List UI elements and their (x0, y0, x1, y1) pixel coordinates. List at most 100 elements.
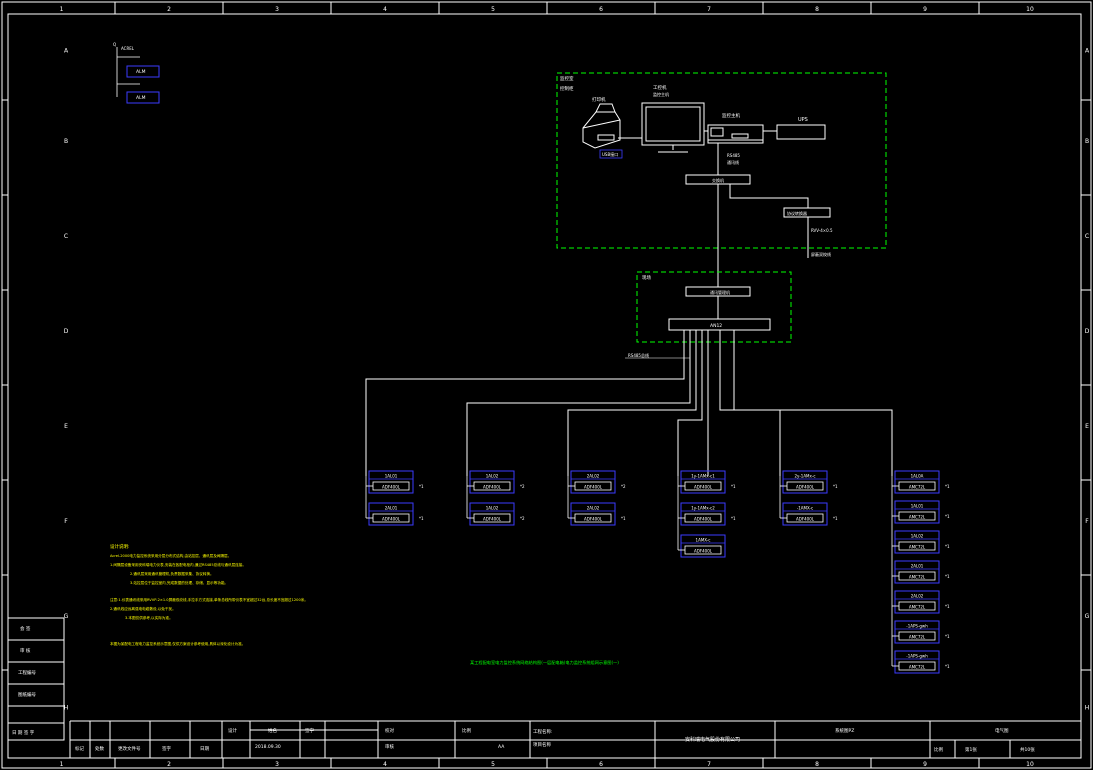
row-letter: C (1085, 233, 1089, 240)
tb-date2: 日期 (200, 746, 209, 752)
switch-label: 交换机 (712, 177, 724, 183)
row-letter: E (1085, 423, 1089, 430)
cable-label: RVV-4×0.5 (811, 228, 833, 233)
meter-top: 2y-1AMx-c (794, 474, 815, 479)
side-table: 会 签 审 核 工程编号 图纸编号 日 期 签 字 (7, 617, 65, 741)
side-row: 日 期 签 字 (12, 729, 35, 736)
meter-top: 1AL01 (385, 474, 398, 479)
monitor-room-zone (556, 72, 887, 249)
note-line: 注意:1.仪表通讯线采用RVVP-2×1.0屏蔽双绞线,手拉手方式连接,单条总线… (110, 597, 308, 602)
tb-company: 安科瑞电气股份有限公司 (685, 736, 740, 743)
meter-model: ADF400L (382, 485, 401, 490)
meter-count: *2 (621, 484, 626, 489)
meter-top: 2AL01 (911, 564, 924, 569)
converter-label: 协议转换器 (787, 210, 807, 216)
monitor-icon (641, 102, 705, 153)
tb-name: 姓名 (268, 727, 277, 734)
row-letter: H (1085, 705, 1090, 712)
column-number: 7 (707, 6, 711, 13)
tb-file: 更改文件号 (118, 745, 141, 752)
meter-top: -1APS-gwh (906, 654, 928, 659)
meter-top: 1AL02 (486, 474, 499, 479)
meter-top: 1AL02 (486, 506, 499, 511)
bus-note: RS485总线 (628, 352, 649, 358)
cad-drawing: 1 2 3 4 5 6 7 8 9 10 1 2 3 4 5 6 7 8 9 10 A B C D E F G H A B C D E F G… (1, 1, 1092, 769)
meter-top: 1y-1AMx-c1 (691, 474, 715, 479)
meter: 1AL0A AMC72L *1 (892, 470, 950, 494)
meter-model: ADF400L (694, 549, 713, 554)
title-block (69, 720, 1081, 758)
pc-sub: 监控主机 (653, 91, 669, 97)
meter-count: *1 (945, 634, 950, 639)
meter: 2y-1AMx-c ADF400L *1 (780, 470, 838, 494)
note-line: Acrel-2000电力监控系统采用分层分布式结构,由站控层、通讯层及间隔层。 (110, 553, 231, 558)
meter-count: *2 (520, 484, 525, 489)
host-label: 监控主机 (722, 112, 740, 119)
column-number: 1 (60, 6, 64, 13)
meters: 1AL01 ADF400L *1 2AL01 ADF400L *1 1AL02 ADF400L… (365, 470, 950, 674)
column-number: 3 (275, 6, 279, 13)
meter-top: -1APS-gwh (906, 624, 928, 629)
ups-label: UPS (798, 117, 808, 123)
meter-count: *1 (731, 484, 736, 489)
meter-count: *1 (945, 574, 950, 579)
meter-model: ADF400L (584, 517, 603, 522)
column-number: 2 (167, 761, 171, 768)
meter-model: AMC72L (909, 575, 926, 580)
tb-scale-label: 比例 (462, 727, 471, 734)
column-number: 10 (1026, 6, 1034, 13)
meter: 2AL02 ADF400L *1 (568, 502, 626, 526)
meter: 1AL01 ADF400L *1 (366, 470, 424, 494)
column-number: 10 (1026, 761, 1034, 768)
meter-model: AMC72L (909, 605, 926, 610)
tb-revmark: 标记 (75, 745, 84, 752)
tb-design: 设计 (228, 727, 237, 734)
tb-project-sub: 项目名称 (533, 741, 551, 748)
meter-top: 1AL0A (911, 474, 924, 479)
meter: 2AL01 AMC72L *1 (892, 560, 950, 584)
row-letter: B (1085, 138, 1089, 145)
column-number: 4 (383, 761, 387, 768)
column-number: 5 (491, 6, 495, 13)
note-line: 1.间隔层设备采用安科瑞电力仪表,安装在各配电柜内,通过RS485总线与通讯层连… (110, 562, 246, 567)
meter-count: *1 (945, 514, 950, 519)
column-number: 5 (491, 761, 495, 768)
inner-frame (7, 13, 1082, 759)
tb-sign2: 签字 (162, 745, 171, 752)
column-number: 9 (923, 6, 927, 13)
drawing-title: 某工程配电室电力监控系统网络结构图(一层配电箱)电力监控系统组网示意图(一) (470, 659, 619, 666)
field-label: 现场 (642, 274, 651, 281)
meter-model: ADF400L (483, 485, 502, 490)
row-letter: F (64, 518, 68, 525)
column-ticks (114, 2, 980, 768)
row-letter: B (64, 138, 68, 145)
meter-count: *1 (419, 516, 424, 521)
row-letter: A (64, 48, 69, 55)
meter: 1AL02 AMC72L *1 (892, 530, 950, 554)
note-line: 本图为某配电工程电力监控系统示意图,仅供方案设计参考使用,具体以深化设计为准。 (110, 641, 245, 646)
column-number: 1 (60, 761, 64, 768)
legend: Q ACREL ALM ALM (113, 42, 160, 104)
row-labels-right: A B C D E F G H (1085, 48, 1090, 712)
cable-sub: 屏蔽双绞线 (811, 251, 831, 257)
row-letter: C (64, 233, 68, 240)
meter-count: *1 (419, 484, 424, 489)
tb-drawing-title: 系统图PZ (835, 727, 854, 734)
pc-label: 工控机 (653, 84, 667, 91)
meter: 2AL01 ADF400L *1 (366, 502, 424, 526)
row-letter: F (1085, 518, 1089, 525)
host-icon (707, 124, 764, 144)
meter-model: ADF400L (796, 517, 815, 522)
tb-project-label: 工程名称: (533, 728, 553, 735)
tb-sheet: 第1张 (965, 746, 977, 753)
row-letter: G (1085, 613, 1090, 620)
row-letter: D (64, 328, 69, 335)
meter-model: AMC72L (909, 515, 926, 520)
meter-top: 1AMX-c (696, 538, 711, 543)
column-number: 3 (275, 761, 279, 768)
row-letter: E (64, 423, 68, 430)
meter-model: AMC72L (909, 635, 926, 640)
meter-top: 2AL02 (587, 506, 600, 511)
column-number: 6 (599, 761, 603, 768)
row-letter: D (1085, 328, 1090, 335)
